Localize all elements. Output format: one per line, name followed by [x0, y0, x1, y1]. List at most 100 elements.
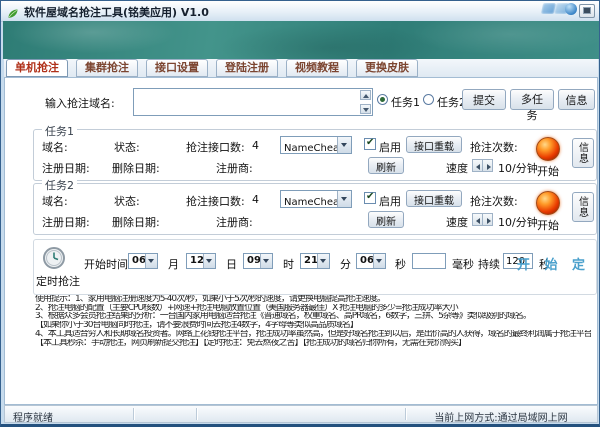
dropdown-arrow-button[interactable]	[337, 137, 351, 153]
window-control-button[interactable]	[579, 4, 595, 18]
window-title: 软件屋域名抢注工具(铭美应用) V1.0	[24, 4, 209, 20]
task1-radio[interactable]	[377, 94, 388, 105]
submit-button[interactable]: 提交	[462, 89, 506, 110]
duration-label: 持续	[478, 256, 500, 272]
leaf-app-icon	[7, 5, 19, 17]
tab-login-register[interactable]: 登陆注册	[216, 59, 278, 77]
interface-select[interactable]: NameCheap(启	[280, 136, 352, 154]
registrar-label: 注册商:	[216, 160, 253, 176]
clock-icon	[42, 246, 66, 274]
month-select[interactable]: 06	[128, 253, 158, 269]
enable-checkbox[interactable]: ✔	[364, 192, 376, 204]
interface-select[interactable]: NameCheap(启	[280, 190, 352, 208]
timer-section: 定时抢注 开始时间 06 月 12 日 09 时 21 分 06 秒 毫秒 持续…	[33, 239, 597, 295]
interface-select-value: NameCheap(启	[284, 139, 337, 154]
port-count-label: 抢注接口数:	[186, 193, 245, 209]
dropdown-arrow-button[interactable]	[260, 254, 272, 268]
multitask-button[interactable]: 多任务	[510, 89, 554, 110]
start-button[interactable]	[536, 191, 560, 215]
chevron-down-icon	[320, 259, 326, 263]
second-select[interactable]: 06	[356, 253, 386, 269]
statusbar-divider	[133, 408, 134, 420]
instructions-line: 【本工具秒杀：手动抢注，网页刷新提交抢注】【定时抢注：免去熬夜之苦】【抢注成功的…	[35, 339, 591, 348]
millisecond-unit-label: 毫秒	[452, 256, 474, 272]
task-info-button[interactable]: 信息	[572, 138, 594, 168]
task1-radio-label: 任务1	[391, 94, 420, 110]
chevron-down-icon	[341, 197, 347, 201]
info-button[interactable]: 信息	[558, 89, 595, 110]
speed-value: 10/分钟	[498, 214, 538, 230]
task1-group-title: 任务1	[42, 123, 77, 139]
dropdown-arrow-button[interactable]	[317, 254, 329, 268]
hour-select[interactable]: 09	[243, 253, 273, 269]
domain-label: 域名:	[42, 193, 68, 209]
instructions-line: 3、根据众多会员抢注结果的分析：一台国内家用电脑适合抢注《普通域名，权重域名、高…	[35, 312, 591, 321]
tab-change-skin[interactable]: 更换皮肤	[356, 59, 418, 77]
speed-increment-button[interactable]	[482, 213, 493, 226]
minute-value: 21	[304, 255, 318, 266]
day-value: 12	[190, 255, 204, 266]
chevron-down-icon	[148, 259, 154, 263]
port-count-label: 抢注接口数:	[186, 139, 245, 155]
tab-bar: 单机抢注 集群抢注 接口设置 登陆注册 视频教程 更换皮肤	[4, 59, 598, 77]
scroll-up-button[interactable]	[360, 90, 371, 100]
hour-value: 09	[247, 255, 261, 266]
delete-date-label: 删除日期:	[112, 214, 160, 230]
status-label: 状态:	[114, 139, 140, 155]
dropdown-arrow-button[interactable]	[373, 254, 385, 268]
window-control-icon	[583, 7, 591, 14]
refresh-button[interactable]: 刷新	[368, 157, 404, 174]
instructions-line: 2、抢注电脑的配置（主要CPU核数）+网速+抢注电脑放置位置（美国服务器最佳）X…	[35, 304, 591, 313]
instructions-line: 【如果你小于30台电脑同时抢注，请不要浪费时间去抢注4数字，4字母等类似高品质域…	[35, 321, 591, 330]
domain-input[interactable]	[133, 88, 373, 116]
task-info-button[interactable]: 信息	[572, 192, 594, 222]
millisecond-input[interactable]	[412, 253, 446, 269]
minute-select[interactable]: 21	[300, 253, 330, 269]
dropdown-arrow-button[interactable]	[203, 254, 215, 268]
app-window: 软件屋域名抢注工具(铭美应用) V1.0 单机抢注 集群抢注 接口设置 登陆注册…	[0, 0, 600, 427]
start-timer-link[interactable]: 开 始 定 时	[517, 254, 600, 273]
dropdown-arrow-button[interactable]	[145, 254, 157, 268]
month-value: 06	[132, 255, 146, 266]
task2-group: 任务2 域名: 状态: 抢注接口数: 4 NameCheap(启 ✔ 启用 接口…	[33, 183, 597, 235]
usage-instructions: 使用提示：1、家用电脑注册速度为5-40次/秒，如果小于5次/秒的速度，请更换电…	[35, 295, 591, 347]
arrow-right-icon	[487, 218, 491, 224]
arrow-down-icon	[363, 108, 369, 112]
speed-increment-button[interactable]	[482, 159, 493, 172]
status-network-text: 当前上网方式:通过局域网上网	[405, 409, 597, 424]
day-select[interactable]: 12	[186, 253, 216, 269]
tab-interface-settings[interactable]: 接口设置	[146, 59, 208, 77]
tab-video-tutorial[interactable]: 视频教程	[286, 59, 348, 77]
registrar-label: 注册商:	[216, 214, 253, 230]
port-count-value: 4	[252, 139, 259, 152]
titlebar[interactable]: 软件屋域名抢注工具(铭美应用) V1.0	[1, 1, 599, 22]
start-button-label: 开始	[536, 163, 560, 179]
attempts-label: 抢注次数:	[470, 193, 518, 209]
enable-checkbox[interactable]: ✔	[364, 138, 376, 150]
reload-interface-button[interactable]: 接口重载	[406, 190, 462, 207]
speed-label: 速度	[446, 160, 468, 176]
interface-select-value: NameCheap(启	[284, 193, 337, 208]
status-label: 状态:	[114, 193, 140, 209]
task2-group-title: 任务2	[42, 177, 77, 193]
start-button[interactable]	[536, 137, 560, 161]
status-ready-text: 程序就绪	[13, 409, 53, 424]
start-button-label: 开始	[536, 217, 560, 233]
dropdown-arrow-button[interactable]	[337, 191, 351, 207]
arrow-up-icon	[363, 94, 369, 98]
task1-group: 任务1 域名: 状态: 抢注接口数: 4 NameCheap(启 ✔ 启用 接口…	[33, 129, 597, 181]
speed-label: 速度	[446, 214, 468, 230]
scroll-down-button[interactable]	[360, 104, 371, 114]
hour-unit-label: 时	[283, 256, 294, 272]
task2-radio[interactable]	[423, 94, 434, 105]
month-unit-label: 月	[168, 256, 179, 272]
enable-checkbox-label: 启用	[379, 139, 401, 155]
radio-dot	[380, 97, 385, 102]
check-icon: ✔	[366, 137, 374, 148]
tab-cluster-snipe[interactable]: 集群抢注	[76, 59, 138, 77]
refresh-button[interactable]: 刷新	[368, 211, 404, 228]
statusbar-divider	[196, 408, 197, 420]
minute-unit-label: 分	[340, 256, 351, 272]
reload-interface-button[interactable]: 接口重载	[406, 136, 462, 153]
tab-single-snipe[interactable]: 单机抢注	[6, 59, 68, 77]
